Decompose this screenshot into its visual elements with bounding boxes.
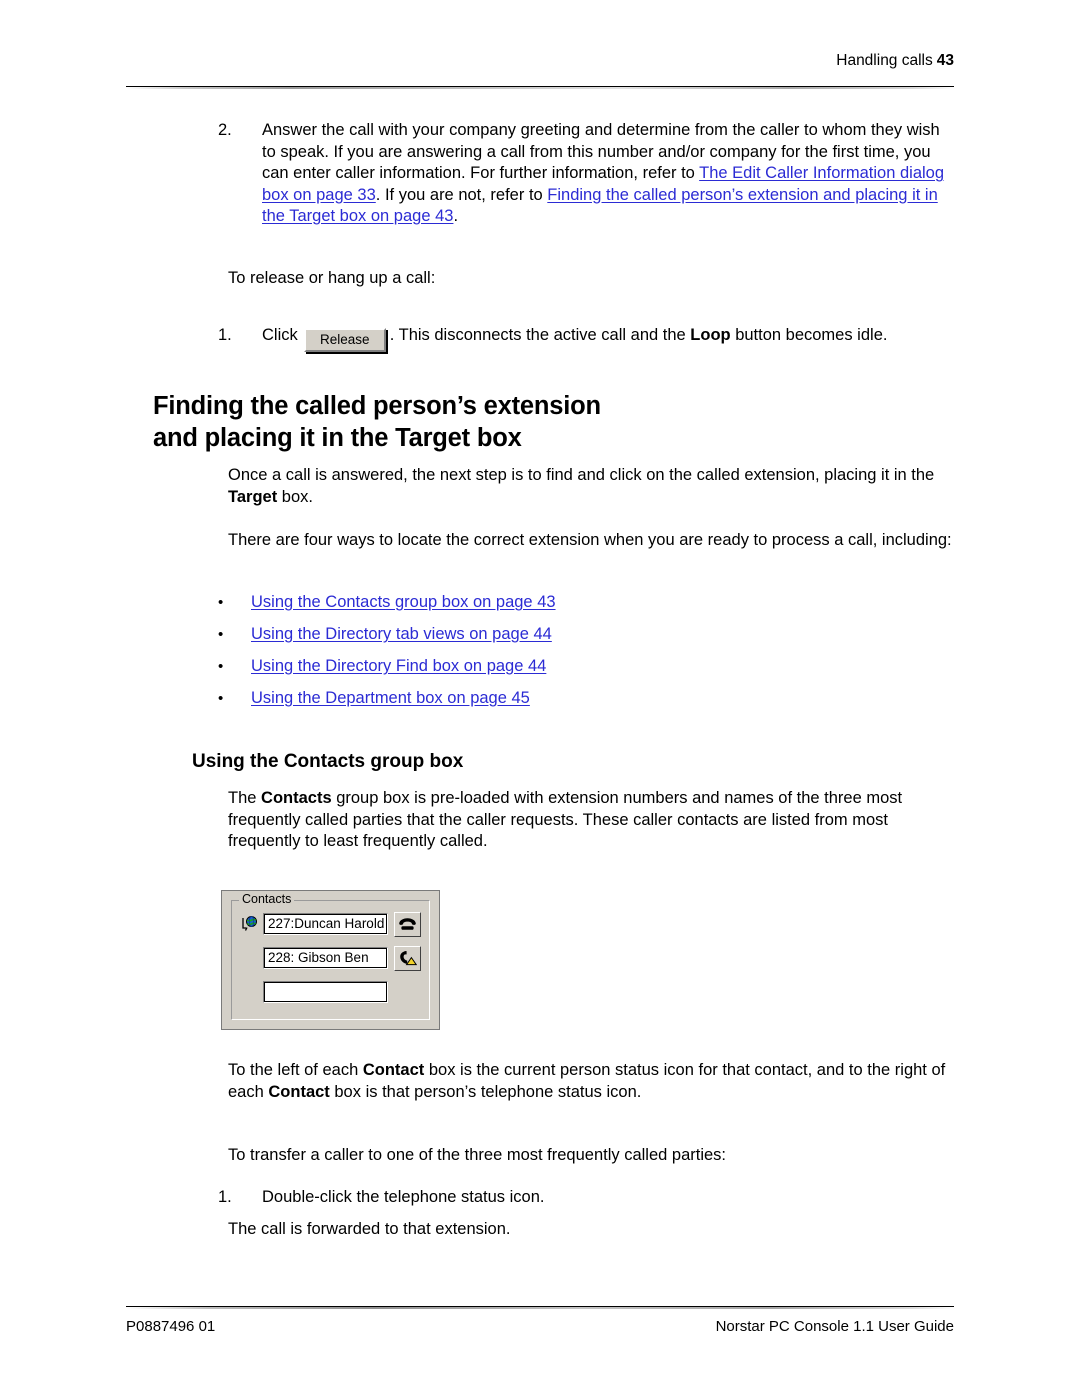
related-topics-list: • Using the Contacts group box on page 4… (218, 592, 838, 720)
contact-field-2[interactable]: 228: Gibson Ben (263, 947, 388, 969)
numbered-step-transfer-1: 1. Double-click the telephone status ico… (218, 1187, 958, 1209)
page-title: Finding the called person’s extension an… (153, 390, 773, 454)
footer-divider (126, 1306, 954, 1309)
contact-row (240, 981, 388, 1003)
after-figure-part3: box is that person’s telephone status ic… (329, 1082, 642, 1101)
list-item[interactable]: • Using the Directory Find box on page 4… (218, 656, 838, 688)
target-bold-label: Target (228, 487, 278, 506)
header-page-number: 43 (936, 52, 954, 69)
link-using-department-box[interactable]: Using the Department box on page 45 (251, 688, 530, 709)
release-after-text-part1: . This disconnects the active call and t… (389, 326, 691, 344)
step-2-text: Answer the call with your company greeti… (262, 120, 958, 228)
numbered-step-release-1: 1. Click Release. This disconnects the ac… (218, 325, 958, 352)
transfer-step-marker: 1. (218, 1188, 232, 1206)
header-divider (126, 86, 954, 89)
bullet-icon: • (218, 658, 224, 675)
transfer-step-text: Double-click the telephone status icon. (262, 1188, 545, 1206)
release-after-text-part2: button becomes idle. (730, 326, 888, 344)
footer-guide-title: Norstar PC Console 1.1 User Guide (715, 1318, 954, 1335)
link-using-directory-tab-views[interactable]: Using the Directory tab views on page 44 (251, 624, 552, 645)
transfer-intro-text: To transfer a caller to one of the three… (228, 1146, 727, 1164)
release-click-label: Click (262, 326, 298, 344)
page-title-line1: Finding the called person’s extension (153, 392, 601, 420)
link-using-directory-find-box[interactable]: Using the Directory Find box on page 44 (251, 656, 546, 677)
contacts-description-paragraph: The Contacts group box is pre-loaded wit… (228, 788, 958, 853)
bullet-icon: • (218, 626, 224, 643)
intro-paragraph-2: There are four ways to locate the correc… (228, 531, 952, 549)
intro-paragraph-1: Once a call is answered, the next step i… (228, 465, 958, 508)
document-page: Handling calls 43 2. Answer the call with… (0, 0, 1080, 1397)
contact-bold-label-1: Contact (362, 1061, 425, 1079)
bullet-icon: • (218, 690, 224, 707)
footer-doc-code: P0887496 01 (126, 1318, 216, 1335)
contact-row: 228: Gibson Ben (240, 945, 421, 971)
telephone-onhook-icon[interactable] (394, 911, 421, 937)
contacts-group-box-figure: Contacts 227:Duncan Harold 228: Gibson B… (221, 890, 440, 1030)
contacts-groupbox-title: Contacts (239, 892, 295, 906)
contact-field-1[interactable]: 227:Duncan Harold (263, 913, 388, 935)
intro-p1-part2: box. (277, 487, 313, 506)
numbered-step-2: 2. Answer the call with your company gre… (218, 120, 958, 228)
release-step-marker: 1. (218, 326, 232, 344)
transfer-result-text: The call is forwarded to that extension. (228, 1220, 511, 1238)
after-figure-part1: To the left of each (228, 1061, 363, 1079)
step-2-marker: 2. (218, 121, 232, 139)
list-item[interactable]: • Using the Contacts group box on page 4… (218, 592, 838, 624)
contact-bold-label-2: Contact (268, 1082, 330, 1101)
contacts-bold-label: Contacts (261, 789, 332, 807)
list-item[interactable]: • Using the Directory tab views on page … (218, 624, 838, 656)
bullet-icon: • (218, 594, 224, 611)
page-title-line2: and placing it in the Target box (153, 424, 522, 452)
intro-p1-part1: Once a call is answered, the next step i… (228, 466, 935, 484)
release-step-text: Click Release. This disconnects the activ… (262, 325, 958, 352)
contacts-groupbox: Contacts 227:Duncan Harold 228: Gibson B… (231, 892, 430, 1020)
header-section-title: Handling calls (836, 52, 933, 69)
loop-bold-label: Loop (690, 326, 731, 344)
page-header: Handling calls 43 (126, 52, 954, 71)
contact-row: 227:Duncan Harold (240, 911, 421, 937)
telephone-offhook-alert-icon[interactable] (394, 945, 421, 971)
release-intro-text: To release or hang up a call: (228, 269, 436, 287)
section-heading-using-contacts-group-box: Using the Contacts group box (192, 751, 464, 772)
link-using-contacts-group-box[interactable]: Using the Contacts group box on page 43 (251, 592, 556, 613)
step-2-text-part3: . (453, 207, 459, 225)
release-button[interactable]: Release (303, 328, 386, 352)
globe-status-icon (240, 914, 260, 934)
status-icon-explanation-paragraph: To the left of each Contact box is the c… (228, 1060, 958, 1103)
contacts-para-part1: The (228, 789, 262, 807)
contact-field-3[interactable] (263, 981, 388, 1003)
step-2-text-part2: . If you are not, refer to (375, 185, 548, 204)
list-item[interactable]: • Using the Department box on page 45 (218, 688, 838, 720)
